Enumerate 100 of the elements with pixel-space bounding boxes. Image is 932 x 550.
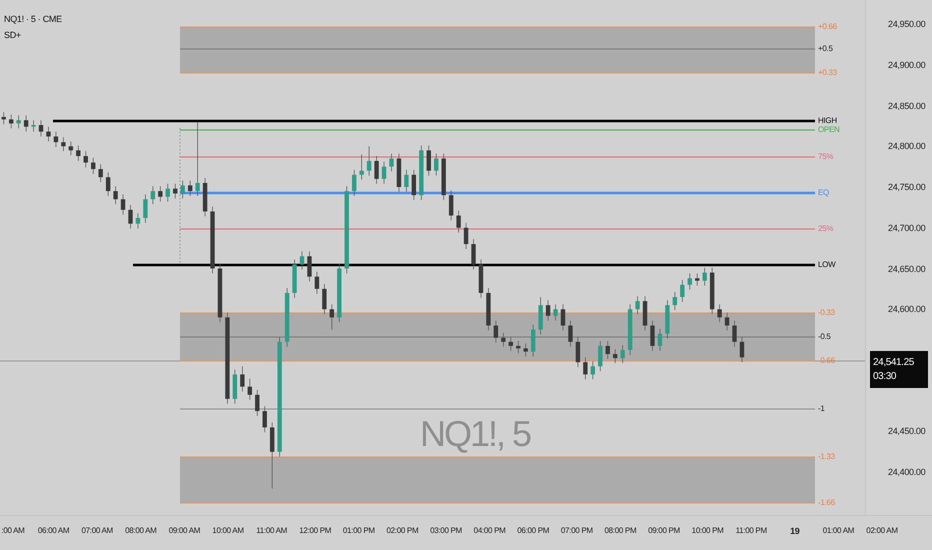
candlestick <box>568 320 573 348</box>
time-label: 08:00 PM <box>604 526 636 535</box>
candlestick <box>434 153 438 176</box>
time-label: 02:00 PM <box>386 526 418 535</box>
candlestick <box>382 161 386 184</box>
candlestick <box>658 328 662 352</box>
candlestick <box>76 145 80 162</box>
candlestick <box>456 210 461 233</box>
candlestick <box>2 112 6 125</box>
candlestick <box>389 153 394 172</box>
candlestick <box>150 186 156 204</box>
candlestick <box>61 136 66 152</box>
level-label: -1.66 <box>818 498 835 508</box>
candlestick <box>530 324 536 357</box>
candlestick <box>173 183 178 199</box>
candlestick <box>322 284 327 314</box>
price-label: 24,650.00 <box>888 262 926 274</box>
time-label: 08:00 AM <box>125 526 156 535</box>
candlestick <box>426 145 431 176</box>
candlestick <box>143 194 148 224</box>
candlestick <box>255 390 260 416</box>
candlestick <box>590 361 596 380</box>
candlestick <box>54 131 58 148</box>
candlestick <box>606 340 610 360</box>
candlestick <box>188 180 192 196</box>
candlestick <box>195 121 200 196</box>
level-label: 75% <box>818 152 834 162</box>
candlestick <box>240 366 245 392</box>
candlestick <box>650 320 655 352</box>
candlestick <box>560 304 566 331</box>
candlestick <box>612 348 618 364</box>
candlestick <box>91 157 96 174</box>
symbol-title[interactable]: NQ1! · 5 · CME <box>4 14 62 24</box>
candlestick <box>262 406 267 433</box>
candlestick <box>524 343 528 357</box>
price-label: 24,700.00 <box>888 222 926 234</box>
candlestick <box>84 150 88 168</box>
candlestick <box>330 304 334 330</box>
time-label: 01:00 PM <box>342 526 375 535</box>
candlestick <box>366 146 372 176</box>
price-label: 24,400.00 <box>888 466 926 478</box>
price-label: 24,900.00 <box>888 58 926 71</box>
candlestick <box>16 114 21 129</box>
candlestick <box>166 183 170 202</box>
candlestick <box>24 114 28 132</box>
candlestick <box>404 170 409 192</box>
candlestick <box>620 344 625 364</box>
price-label: 24,750.00 <box>888 181 926 193</box>
level-label: LOW <box>818 260 836 270</box>
candlestick <box>598 340 602 372</box>
level-label: -1.33 <box>818 452 835 462</box>
time-label: 11:00 PM <box>736 526 767 535</box>
candlestick <box>672 292 678 310</box>
candlestick <box>724 312 730 331</box>
candlestick <box>464 222 468 250</box>
candlestick <box>46 126 51 142</box>
time-label: 01:00 AM <box>822 526 854 535</box>
candlestick <box>38 120 44 137</box>
time-label: :00 AM <box>1 526 25 535</box>
candlestick <box>740 336 744 363</box>
time-label: 06:00 AM <box>38 526 70 535</box>
time-label: 09:00 AM <box>168 526 200 535</box>
level-label: 25% <box>818 224 834 234</box>
candlestick <box>180 180 185 199</box>
candlestick <box>120 194 126 216</box>
candlestick <box>508 336 513 352</box>
time-label: 07:00 AM <box>81 526 113 535</box>
candlestick <box>688 273 692 290</box>
candlestick <box>300 251 304 270</box>
time-label: 04:00 PM <box>474 526 506 535</box>
level-label: -1 <box>818 404 825 414</box>
candlestick <box>113 186 118 204</box>
indicator-title[interactable]: SD+ <box>4 30 62 40</box>
time-label: 03:00 PM <box>430 526 462 535</box>
candlestick <box>412 170 416 200</box>
time-label: 10:00 AM <box>212 526 244 535</box>
price-label: 24,850.00 <box>888 100 926 112</box>
candlestick <box>501 332 506 348</box>
level-label: -0.5 <box>818 332 831 342</box>
price-label: 24,800.00 <box>888 140 926 152</box>
level-label: +0.5 <box>818 44 833 54</box>
price-label: 24,950.00 <box>888 18 926 30</box>
candlestick <box>158 186 163 202</box>
level-label: HIGH <box>818 116 837 126</box>
candlestick <box>576 336 580 368</box>
candlestick <box>583 356 588 380</box>
candlestick <box>516 340 520 354</box>
time-label: 10:00 PM <box>692 526 724 535</box>
candlestick <box>98 164 103 182</box>
price-label: 24,600.00 <box>888 303 926 316</box>
candlestick <box>635 296 640 314</box>
candlestick <box>68 141 74 156</box>
candlestick <box>31 120 36 132</box>
time-label: 02:00 AM <box>866 526 898 535</box>
level-label: OPEN <box>818 125 840 135</box>
level-label: -0.66 <box>818 356 835 366</box>
time-label: 09:00 PM <box>648 526 680 535</box>
candlestick <box>546 300 550 322</box>
time-axis[interactable]: :00 AM 06:00 AM 07:00 AM 08:00 AM 09:00 AM 10:00 AM 11:00 AM 12:00 PM 01:00 PM 02:00 PM 03:00 PM 04:00 PM 06:00 PM 07:00 PM 08:00 PM 09:00 PM 10:00 PM 11:00 PM 19 01:00 AM 02:00 AM <box>0 515 932 550</box>
candlestick <box>732 320 737 348</box>
